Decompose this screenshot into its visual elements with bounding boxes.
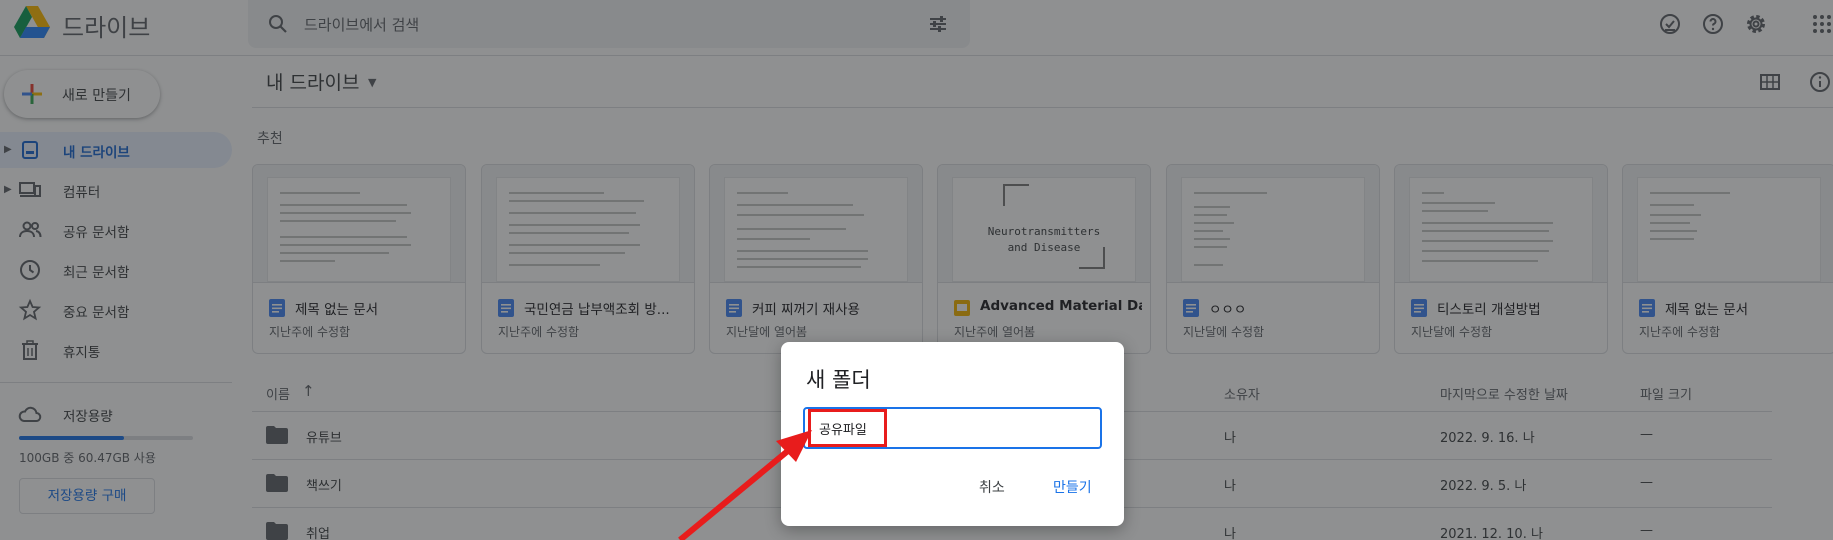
cancel-button[interactable]: 취소 xyxy=(979,477,1005,497)
new-folder-dialog: 새 폴더 취소 만들기 xyxy=(781,342,1124,526)
folder-name-input[interactable] xyxy=(803,407,1102,449)
dialog-title: 새 폴더 xyxy=(806,368,871,392)
create-button[interactable]: 만들기 xyxy=(1053,477,1092,497)
